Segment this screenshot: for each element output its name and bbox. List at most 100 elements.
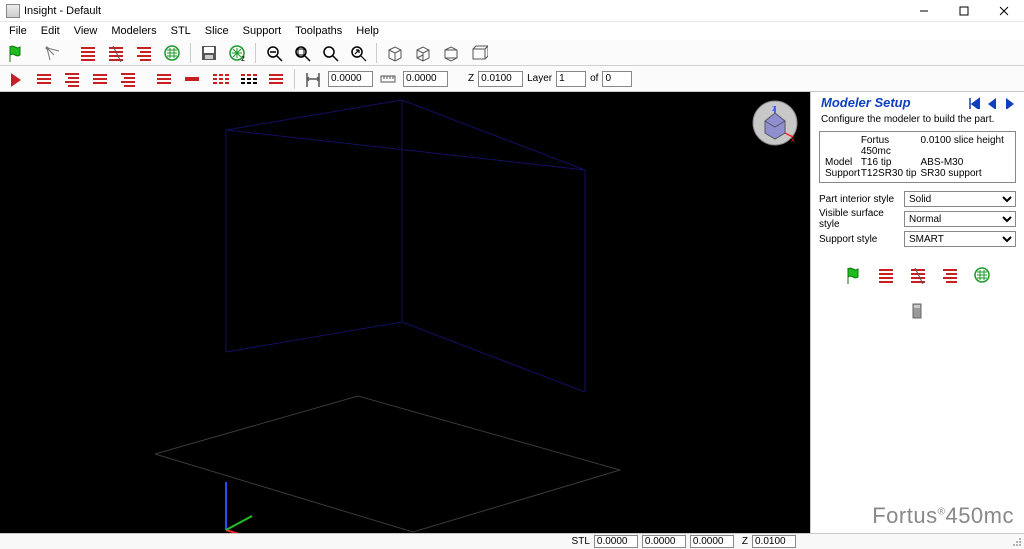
layer-total-input[interactable] xyxy=(602,71,632,87)
lines-e-icon[interactable] xyxy=(151,68,177,90)
z-input[interactable] xyxy=(478,71,523,87)
panel-lines-icon[interactable] xyxy=(873,263,899,287)
part-interior-select[interactable]: Solid xyxy=(904,191,1016,207)
view-cube3-icon[interactable] xyxy=(438,42,464,64)
3d-viewport[interactable]: z x xyxy=(0,92,810,533)
toolbar-sep xyxy=(190,43,191,63)
support-style-select[interactable]: SMART xyxy=(904,231,1016,247)
info-blank xyxy=(825,135,861,157)
modeler-setup-panel: Modeler Setup Configure the modeler to b… xyxy=(810,92,1024,533)
part-interior-label: Part interior style xyxy=(819,194,904,205)
view-cube2-icon[interactable] xyxy=(410,42,436,64)
menu-support[interactable]: Support xyxy=(236,24,289,38)
info-support-mat: SR30 support xyxy=(920,168,1010,179)
info-slice-height: 0.0100 slice height xyxy=(920,135,1010,157)
toolbar-sep xyxy=(376,43,377,63)
visible-surface-label: Visible surface style xyxy=(819,208,904,230)
flag-icon[interactable] xyxy=(3,42,29,64)
minimize-button[interactable] xyxy=(904,0,944,22)
z-label: Z xyxy=(466,73,476,84)
menu-stl[interactable]: STL xyxy=(164,24,198,38)
panel-box-icon[interactable] xyxy=(905,299,931,323)
status-v2: 0.0000 xyxy=(642,535,686,548)
panel-cut-icon[interactable] xyxy=(905,263,931,287)
info-support-lbl: Support xyxy=(825,168,861,179)
hatch-icon[interactable] xyxy=(159,42,185,64)
branding: Fortus®450mc xyxy=(811,495,1024,533)
info-printer: Fortus 450mc xyxy=(861,135,921,157)
coord2-input[interactable] xyxy=(403,71,448,87)
menu-edit[interactable]: Edit xyxy=(34,24,67,38)
save-icon[interactable] xyxy=(196,42,222,64)
slice-lines-icon[interactable] xyxy=(75,42,101,64)
slice-lines2-icon[interactable] xyxy=(131,42,157,64)
close-button[interactable] xyxy=(984,0,1024,22)
support-style-label: Support style xyxy=(819,234,904,245)
lines-d-icon[interactable] xyxy=(115,68,141,90)
info-support-tip: T12SR30 tip xyxy=(861,168,921,179)
modeler-info-box: Fortus 450mc0.0100 slice height ModelT16… xyxy=(819,131,1016,183)
play-icon[interactable] xyxy=(3,68,29,90)
panel-title: Modeler Setup xyxy=(821,95,964,110)
menu-toolpaths[interactable]: Toolpaths xyxy=(288,24,349,38)
bar-icon[interactable] xyxy=(179,68,205,90)
status-v1: 0.0000 xyxy=(594,535,638,548)
slice-cut-icon[interactable] xyxy=(103,42,129,64)
resize-grip-icon[interactable] xyxy=(1010,535,1024,549)
view-cube-gizmo[interactable]: z x xyxy=(750,98,800,148)
view-cube1-icon[interactable] xyxy=(382,42,408,64)
lines-b-icon[interactable] xyxy=(59,68,85,90)
ruler-icon[interactable] xyxy=(375,68,401,90)
layer-of: of xyxy=(588,73,600,84)
panel-lines2-icon[interactable] xyxy=(937,263,963,287)
panel-hatch-icon[interactable] xyxy=(969,263,995,287)
zoom-icon[interactable] xyxy=(317,42,343,64)
panel-flag-icon[interactable] xyxy=(841,263,867,287)
lines-a-icon[interactable] xyxy=(31,68,57,90)
status-bar: STL 0.0000 0.0000 0.0000 Z 0.0100 xyxy=(0,533,1024,549)
layer-input[interactable] xyxy=(556,71,586,87)
window-title: Insight - Default xyxy=(24,5,904,17)
status-z-label: Z xyxy=(738,536,752,547)
zoom-minus-icon[interactable] xyxy=(261,42,287,64)
layer-label: Layer xyxy=(525,73,554,84)
main-toolbar xyxy=(0,40,1024,66)
panel-subtitle: Configure the modeler to build the part. xyxy=(811,112,1024,129)
info-model-lbl: Model xyxy=(825,157,861,168)
menu-help[interactable]: Help xyxy=(349,24,386,38)
svg-text:x: x xyxy=(791,137,795,144)
app-icon xyxy=(6,4,20,18)
panel-next-button[interactable] xyxy=(1000,94,1018,110)
maximize-button[interactable] xyxy=(944,0,984,22)
secondary-toolbar: Z Layer of xyxy=(0,66,1024,92)
lines-c-icon[interactable] xyxy=(87,68,113,90)
dash-b-icon[interactable] xyxy=(235,68,261,90)
build-volume-wireframe xyxy=(0,92,810,533)
info-model-tip: T16 tip xyxy=(861,157,921,168)
status-v3: 0.0000 xyxy=(690,535,734,548)
menu-slice[interactable]: Slice xyxy=(198,24,236,38)
menu-file[interactable]: File xyxy=(2,24,34,38)
menu-modelers[interactable]: Modelers xyxy=(104,24,163,38)
status-zv: 0.0100 xyxy=(752,535,796,548)
toolbar-sep xyxy=(294,69,295,89)
zoom-fit-icon[interactable] xyxy=(289,42,315,64)
hatch-z-icon[interactable] xyxy=(224,42,250,64)
menu-view[interactable]: View xyxy=(67,24,105,38)
caliper-icon[interactable] xyxy=(300,68,326,90)
menu-bar: File Edit View Modelers STL Slice Suppor… xyxy=(0,22,1024,40)
info-model-mat: ABS-M30 xyxy=(920,157,1010,168)
coord1-input[interactable] xyxy=(328,71,373,87)
visible-surface-select[interactable]: Normal xyxy=(904,211,1016,227)
panel-first-button[interactable] xyxy=(964,94,982,110)
panel-prev-button[interactable] xyxy=(982,94,1000,110)
zoom-arrow-icon[interactable] xyxy=(345,42,371,64)
panel-action-icons xyxy=(811,253,1024,323)
title-bar: Insight - Default xyxy=(0,0,1024,22)
orient-icon[interactable] xyxy=(39,42,65,64)
view-cube4-icon[interactable] xyxy=(466,42,492,64)
dash-a-icon[interactable] xyxy=(207,68,233,90)
lines-f-icon[interactable] xyxy=(263,68,289,90)
toolbar-sep xyxy=(255,43,256,63)
status-stl-label: STL xyxy=(568,536,594,547)
